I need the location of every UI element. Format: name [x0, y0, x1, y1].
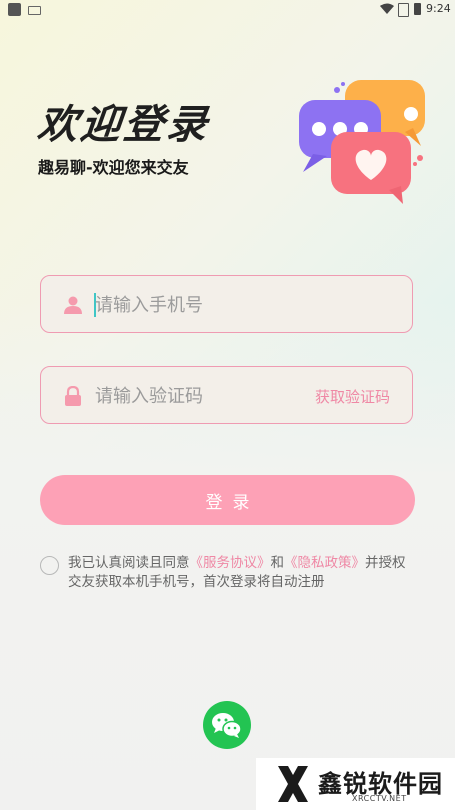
code-field[interactable]: 获取验证码 [40, 366, 413, 425]
keyboard-icon [28, 6, 41, 15]
phone-field[interactable] [40, 275, 413, 334]
agreement-text-and: 和 [270, 555, 285, 571]
wifi-icon [380, 3, 394, 14]
watermark-x-logo [278, 766, 308, 802]
login-button[interactable]: 登录 [40, 475, 415, 525]
page-title: 欢迎登录 [35, 102, 212, 148]
watermark: 鑫锐软件园 XRCCTV.NET [256, 758, 455, 810]
page-subtitle: 趣易聊-欢迎您来交友 [38, 158, 189, 177]
get-code-button[interactable]: 获取验证码 [315, 386, 390, 407]
lock-icon [65, 386, 81, 406]
chat-bubbles-illustration [299, 80, 425, 204]
agreement-text: 我已认真阅读且同意《服务协议》和《隐私政策》并授权交友获取本机手机号，首次登录将… [68, 554, 413, 592]
status-bar: 9:24 [0, 0, 455, 20]
watermark-domain: XRCCTV.NET [352, 794, 407, 803]
battery-icon [414, 3, 421, 15]
agreement-text-part1: 我已认真阅读且同意 [68, 555, 190, 571]
sim-icon [398, 3, 409, 17]
code-input[interactable] [93, 367, 297, 425]
phone-input[interactable] [93, 276, 397, 334]
status-time: 9:24 [426, 2, 451, 15]
app-icon [8, 3, 21, 16]
user-icon [64, 296, 82, 314]
wechat-login-button[interactable] [203, 701, 251, 749]
agree-checkbox[interactable] [40, 556, 59, 575]
service-agreement-link[interactable]: 《服务协议》 [190, 555, 271, 571]
wechat-icon [212, 713, 242, 738]
privacy-policy-link[interactable]: 《隐私政策》 [284, 555, 365, 571]
